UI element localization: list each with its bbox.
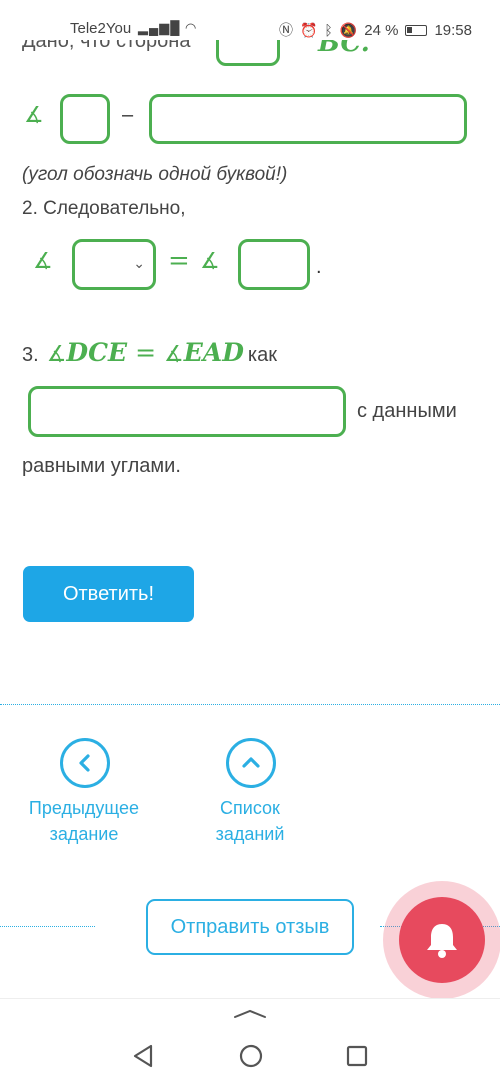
angle-select-dropdown[interactable]: ⌄: [72, 239, 156, 290]
status-icons: Ⓝ ⏰ ᛒ 🔕 24 % 19:58: [279, 20, 472, 40]
notification-bell-button[interactable]: [399, 897, 485, 983]
signal-icon: ▂▄▆█ ◠: [138, 20, 198, 35]
carrier-name: Tele2You: [70, 20, 132, 37]
chevron-left-icon: [79, 754, 90, 772]
angle-icon: ∡: [46, 342, 67, 367]
angle-ead: EAD: [183, 338, 244, 367]
equals-sign: =: [168, 246, 190, 276]
recent-apps-icon[interactable]: [345, 1043, 369, 1069]
bluetooth-icon: ᛒ: [324, 22, 333, 38]
angle-type-input[interactable]: [149, 94, 467, 144]
mute-icon: 🔕: [339, 21, 358, 38]
nfc-icon: Ⓝ: [278, 22, 293, 38]
angle-relation-input[interactable]: [28, 386, 346, 437]
chevron-down-icon: ⌄: [133, 255, 145, 271]
with-given-text: с данными: [357, 400, 457, 422]
step2-text: 2. Следовательно,: [22, 198, 186, 219]
angle-icon: ∡: [24, 103, 44, 128]
angle-icon: ∡: [33, 249, 53, 274]
period: .: [316, 256, 322, 278]
swipe-handle-icon[interactable]: [232, 1008, 268, 1020]
hint-text: (угол обозначь одной буквой!): [22, 164, 288, 185]
previous-task-link[interactable]: Предыдущее задание: [14, 795, 154, 847]
angle-dce: DCE: [66, 338, 128, 367]
battery-icon: [405, 24, 428, 36]
equal-angle-input[interactable]: [238, 239, 310, 290]
angle-letter-input[interactable]: [60, 94, 110, 144]
chevron-up-icon: [242, 757, 260, 768]
divider: [0, 926, 95, 927]
battery-percent: 24 %: [364, 21, 399, 39]
step3-line: 3. ∡DCE = ∡EAD как: [22, 338, 277, 367]
step3-equation: ∡DCE = ∡EAD: [47, 338, 244, 367]
status-bar: Tele2You ▂▄▆█ ◠ Ⓝ ⏰ ᛒ 🔕 24 % 19:58: [0, 0, 500, 40]
back-icon[interactable]: [131, 1043, 155, 1069]
task-list-link[interactable]: Список заданий: [190, 795, 310, 847]
alarm-icon: ⏰: [299, 21, 318, 38]
clock: 19:58: [434, 21, 472, 39]
angle-icon: ∡: [200, 249, 220, 274]
step3-number: 3.: [22, 344, 39, 366]
task-list-button[interactable]: [226, 738, 276, 788]
step3-kak: как: [247, 344, 277, 366]
previous-task-button[interactable]: [60, 738, 110, 788]
divider: [0, 704, 500, 705]
send-feedback-button[interactable]: Отправить отзыв: [146, 899, 354, 955]
equal-angles-text: равными углами.: [22, 455, 181, 477]
bell-icon: [427, 924, 457, 958]
angle-icon: ∡: [164, 342, 184, 367]
answer-button[interactable]: Ответить!: [23, 566, 194, 622]
dash: –: [122, 104, 134, 126]
equals-sign: =: [135, 338, 157, 367]
home-icon[interactable]: [238, 1043, 264, 1069]
